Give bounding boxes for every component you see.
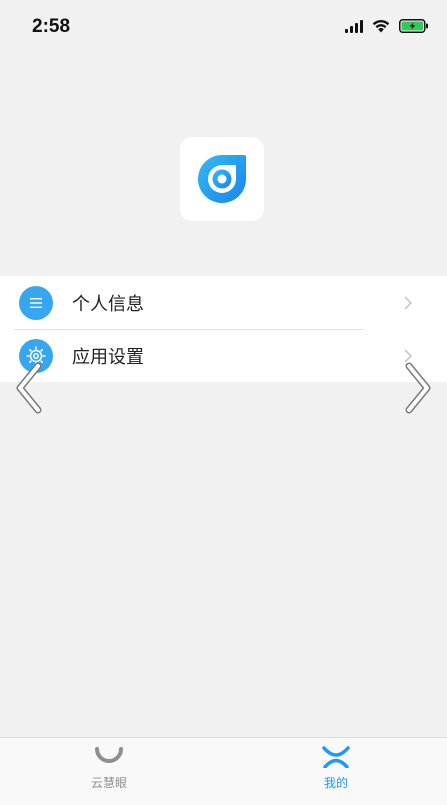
tab-label: 我的	[323, 776, 348, 790]
previous-arrow-icon[interactable]	[12, 360, 48, 416]
status-icons	[345, 18, 429, 33]
tab-cloud-eye[interactable]: 云慧眼	[69, 746, 149, 802]
list-icon	[19, 285, 53, 320]
app-screen: 2:58 个人信息 应用设置 云慧眼 我的	[0, 0, 447, 805]
menu-item-app-settings[interactable]: 应用设置	[0, 329, 447, 382]
menu-item-personal-info[interactable]: 个人信息	[0, 276, 447, 329]
bottom-tab-bar: 云慧眼 我的	[0, 737, 447, 805]
cloud-eye-tab-icon	[95, 747, 123, 763]
menu-list: 个人信息 应用设置	[0, 276, 447, 382]
cellular-signal-icon	[345, 19, 363, 33]
app-logo	[180, 137, 264, 221]
wifi-icon	[372, 20, 390, 33]
status-bar: 2:58	[0, 0, 447, 52]
eye-logo-icon	[198, 155, 246, 203]
next-arrow-icon[interactable]	[399, 360, 435, 416]
menu-item-label: 个人信息	[72, 293, 144, 315]
chevron-right-icon	[404, 295, 413, 310]
battery-icon	[399, 18, 428, 33]
tab-label: 云慧眼	[90, 776, 127, 790]
menu-item-label: 应用设置	[72, 346, 144, 368]
profile-tab-icon	[322, 746, 350, 768]
status-time: 2:58	[32, 16, 71, 37]
tab-me[interactable]: 我的	[296, 746, 376, 802]
